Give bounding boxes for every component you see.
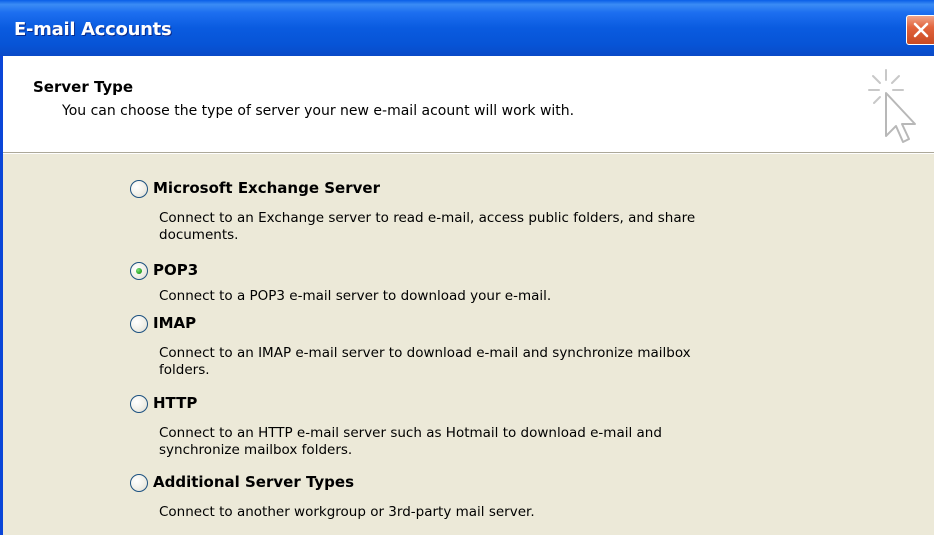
close-button[interactable] (906, 15, 934, 45)
window-title: E-mail Accounts (14, 19, 172, 40)
option-desc-pop3: Connect to a POP3 e-mail server to downl… (159, 288, 552, 304)
option-label-exchange[interactable]: Microsoft Exchange Server (153, 179, 380, 197)
radio-exchange[interactable] (130, 180, 148, 198)
option-desc-http: Connect to an HTTP e-mail server such as… (159, 425, 662, 458)
option-label-http[interactable]: HTTP (153, 394, 197, 412)
option-desc-additional: Connect to another workgroup or 3rd-part… (159, 504, 535, 520)
radio-selected-dot (136, 268, 142, 274)
radio-http[interactable] (130, 395, 148, 413)
wizard-cursor-icon (868, 69, 916, 143)
radio-pop3[interactable] (130, 262, 148, 280)
header-divider (3, 152, 934, 154)
option-desc-exchange: Connect to an Exchange server to read e-… (159, 210, 696, 243)
section-subtitle: You can choose the type of server your n… (62, 103, 575, 119)
title-bar[interactable]: E-mail Accounts (0, 0, 934, 56)
section-title: Server Type (33, 78, 134, 96)
radio-additional[interactable] (130, 474, 148, 492)
radio-imap[interactable] (130, 315, 148, 333)
option-label-pop3[interactable]: POP3 (153, 261, 198, 279)
option-label-imap[interactable]: IMAP (153, 314, 196, 332)
close-icon (913, 22, 929, 38)
email-accounts-window: E-mail Accounts Server Type You can choo… (0, 0, 934, 535)
option-desc-imap: Connect to an IMAP e-mail server to down… (159, 345, 691, 378)
option-label-additional[interactable]: Additional Server Types (153, 473, 354, 491)
wizard-header: Server Type You can choose the type of s… (3, 56, 934, 152)
